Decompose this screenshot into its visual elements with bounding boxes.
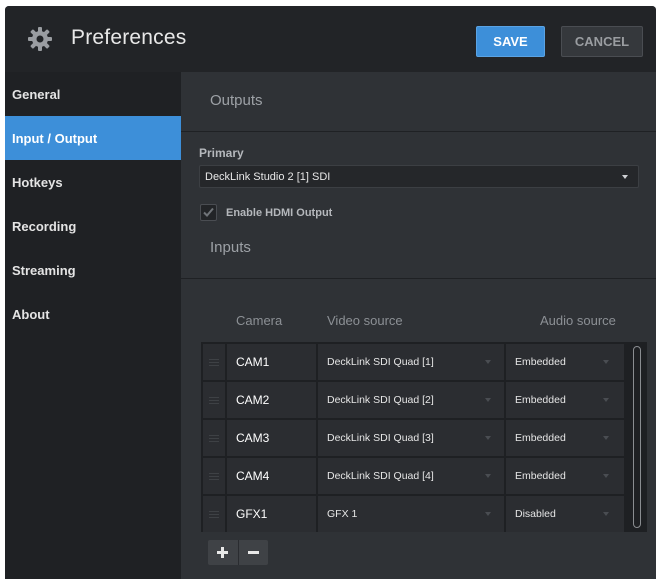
video-source-select[interactable]: DeckLink SDI Quad [1] — [318, 344, 504, 380]
camera-cell: CAM1 — [227, 344, 316, 380]
audio-source-value: Embedded — [515, 470, 566, 482]
drag-handle[interactable] — [203, 420, 225, 456]
audio-source-value: Embedded — [515, 394, 566, 406]
column-header-camera: Camera — [236, 313, 283, 328]
drag-handle[interactable] — [203, 344, 225, 380]
table-row[interactable]: CAM3 DeckLink SDI Quad [3] Embedded — [203, 420, 627, 456]
checkmark-icon — [203, 207, 214, 217]
audio-source-value: Embedded — [515, 356, 566, 368]
gear-icon — [28, 27, 52, 51]
minus-icon — [247, 551, 259, 554]
primary-output-select[interactable]: DeckLink Studio 2 [1] SDI — [199, 165, 639, 188]
table-scrollbar[interactable] — [633, 346, 641, 528]
sidebar-item-general[interactable]: General — [5, 72, 181, 116]
chevron-down-icon — [485, 512, 491, 516]
chevron-down-icon — [485, 360, 491, 364]
primary-label: Primary — [199, 146, 244, 160]
video-source-select[interactable]: GFX 1 — [318, 496, 504, 532]
table-row[interactable]: GFX1 GFX 1 Disabled — [203, 496, 627, 532]
video-source-value: DeckLink SDI Quad [1] — [327, 356, 434, 368]
video-source-select[interactable]: DeckLink SDI Quad [4] — [318, 458, 504, 494]
sidebar-item-recording[interactable]: Recording — [5, 204, 181, 248]
drag-handle-icon — [209, 510, 219, 518]
table-row[interactable]: CAM4 DeckLink SDI Quad [4] Embedded — [203, 458, 627, 494]
video-source-value: DeckLink SDI Quad [3] — [327, 432, 434, 444]
video-source-select[interactable]: DeckLink SDI Quad [2] — [318, 382, 504, 418]
hdmi-output-label: Enable HDMI Output — [226, 206, 333, 219]
audio-source-select[interactable]: Embedded — [506, 344, 624, 380]
chevron-down-icon — [603, 398, 609, 402]
sidebar-item-streaming[interactable]: Streaming — [5, 248, 181, 292]
sidebar-item-input-output[interactable]: Input / Output — [5, 116, 181, 160]
drag-handle-icon — [209, 358, 219, 366]
camera-cell: GFX1 — [227, 496, 316, 532]
outputs-section-header: Outputs — [181, 72, 656, 132]
column-header-video-source: Video source — [327, 313, 403, 328]
table-row[interactable]: CAM1 DeckLink SDI Quad [1] Embedded — [203, 344, 627, 380]
drag-handle-icon — [209, 396, 219, 404]
column-header-audio-source: Audio source — [540, 313, 616, 328]
chevron-down-icon — [603, 512, 609, 516]
drag-handle-icon — [209, 472, 219, 480]
camera-cell: CAM3 — [227, 420, 316, 456]
audio-source-value: Embedded — [515, 432, 566, 444]
add-remove-group — [208, 540, 268, 565]
sidebar: General Input / Output Hotkeys Recording… — [5, 72, 181, 579]
inputs-section-header: Inputs — [181, 219, 656, 279]
audio-source-value: Disabled — [515, 508, 556, 520]
video-source-value: DeckLink SDI Quad [4] — [327, 470, 434, 482]
audio-source-select[interactable]: Embedded — [506, 458, 624, 494]
chevron-down-icon — [485, 398, 491, 402]
window-title: Preferences — [71, 26, 187, 49]
table-row[interactable]: CAM2 DeckLink SDI Quad [2] Embedded — [203, 382, 627, 418]
audio-source-select[interactable]: Embedded — [506, 382, 624, 418]
chevron-down-icon — [603, 474, 609, 478]
drag-handle[interactable] — [203, 496, 225, 532]
chevron-down-icon — [485, 474, 491, 478]
main-panel: Outputs Primary DeckLink Studio 2 [1] SD… — [181, 72, 656, 579]
save-button[interactable]: SAVE — [476, 26, 545, 57]
audio-source-select[interactable]: Disabled — [506, 496, 624, 532]
chevron-down-icon — [603, 436, 609, 440]
video-source-value: GFX 1 — [327, 508, 358, 520]
sidebar-item-about[interactable]: About — [5, 292, 181, 336]
preferences-window: Preferences SAVE CANCEL General Input / … — [5, 6, 656, 579]
title-bar: Preferences SAVE CANCEL — [5, 6, 656, 72]
sidebar-item-hotkeys[interactable]: Hotkeys — [5, 160, 181, 204]
inputs-heading: Inputs — [210, 239, 251, 256]
drag-handle[interactable] — [203, 382, 225, 418]
plus-icon — [217, 547, 229, 558]
outputs-heading: Outputs — [210, 92, 263, 109]
camera-cell: CAM2 — [227, 382, 316, 418]
remove-row-button[interactable] — [239, 540, 269, 565]
drag-handle[interactable] — [203, 458, 225, 494]
chevron-down-icon — [622, 175, 628, 179]
video-source-value: DeckLink SDI Quad [2] — [327, 394, 434, 406]
inputs-table: CAM1 DeckLink SDI Quad [1] Embedded CAM2… — [201, 342, 647, 532]
audio-source-select[interactable]: Embedded — [506, 420, 624, 456]
primary-output-value: DeckLink Studio 2 [1] SDI — [205, 170, 331, 183]
camera-cell: CAM4 — [227, 458, 316, 494]
drag-handle-icon — [209, 434, 219, 442]
video-source-select[interactable]: DeckLink SDI Quad [3] — [318, 420, 504, 456]
chevron-down-icon — [485, 436, 491, 440]
chevron-down-icon — [603, 360, 609, 364]
add-row-button[interactable] — [208, 540, 238, 565]
cancel-button[interactable]: CANCEL — [561, 26, 643, 57]
